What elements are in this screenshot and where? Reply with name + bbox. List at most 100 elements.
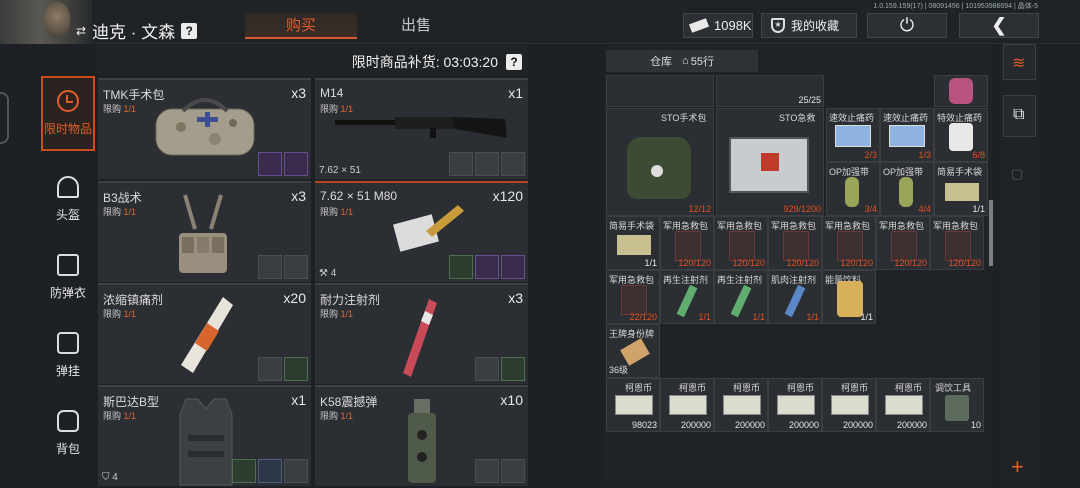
cell-name: 调饮工具 <box>935 383 972 393</box>
material-slot[interactable] <box>475 255 499 279</box>
player-name[interactable]: ⇄ 迪克 · 文森 ? <box>76 18 198 43</box>
shop-item-card[interactable]: K58震撼弹 限购 1/1 x10 <box>315 385 528 486</box>
back-button[interactable]: ❮ <box>959 13 1039 38</box>
shop-item-card[interactable]: TMK手术包 限购 1/1 x3 <box>98 78 311 179</box>
inventory-cell[interactable]: 再生注射剂 1/1 <box>660 270 714 324</box>
material-slots <box>475 357 525 381</box>
durability-label: ⚒ 4 <box>319 268 336 279</box>
power-button[interactable]: ⏻ <box>867 13 947 38</box>
material-slot[interactable] <box>475 357 499 381</box>
shop-item-card[interactable]: M14 限购 1/1 x1 7.62 × 51 <box>315 78 528 179</box>
material-slot[interactable] <box>258 357 282 381</box>
material-slot[interactable] <box>284 255 308 279</box>
inventory-cell[interactable]: 简易手术袋 1/1 <box>934 162 988 216</box>
inventory-cell[interactable]: 军用急救包 120/120 <box>930 216 984 270</box>
inventory-cell[interactable]: 柯恩币 200000 <box>660 378 714 432</box>
inventory-cell[interactable]: 军用急救包 22/120 <box>606 270 660 324</box>
tab-sell[interactable]: 出售 <box>360 13 472 39</box>
inventory-cell[interactable] <box>934 75 988 107</box>
material-slot[interactable] <box>284 357 308 381</box>
limit-prefix: 限购 <box>320 309 339 319</box>
favorites-button[interactable]: ★ 我的收藏 <box>761 13 857 38</box>
material-slot[interactable] <box>258 255 282 279</box>
money-display[interactable]: 1098K <box>683 13 753 38</box>
sidebar-item-label: 背包 <box>55 442 80 456</box>
material-slot[interactable] <box>284 459 308 483</box>
inventory-cell[interactable]: 柯恩币 200000 <box>714 378 768 432</box>
item-thumb <box>945 183 979 201</box>
avatar <box>44 2 70 38</box>
sidebar-item-backpack[interactable]: 背包 <box>41 398 95 473</box>
sidebar-item-chest-rig[interactable]: 弹挂 <box>41 320 95 395</box>
inventory-cell[interactable]: OP加强带 3/4 <box>826 162 880 216</box>
limit-value: 1/1 <box>340 309 354 319</box>
inventory-scrollbar[interactable] <box>989 200 993 266</box>
inventory-cell[interactable]: 柯恩币 200000 <box>822 378 876 432</box>
sidebar-item-label: 头盔 <box>55 208 80 222</box>
inventory-cell[interactable]: 肌肉注射剂 1/1 <box>768 270 822 324</box>
inventory-cell[interactable]: OP加强带 4/4 <box>880 162 934 216</box>
limit-value: 1/1 <box>123 207 137 217</box>
material-slot[interactable] <box>449 152 473 176</box>
item-thumb <box>835 125 871 147</box>
inventory-cell[interactable]: 柯恩币 200000 <box>768 378 822 432</box>
material-slots <box>258 357 308 381</box>
inventory-cell[interactable]: STO急救 929/1200 <box>716 108 824 216</box>
cell-count: 3/4 <box>864 204 877 214</box>
inventory-cell[interactable]: 军用急救包 120/120 <box>876 216 930 270</box>
material-slot[interactable] <box>501 459 525 483</box>
chest-rig-icon <box>57 332 79 354</box>
inventory-cell[interactable]: 柯恩币 200000 <box>876 378 930 432</box>
inventory-cell[interactable]: 调饮工具 10 <box>930 378 984 432</box>
help-icon[interactable]: ? <box>181 22 198 39</box>
shop-item-card[interactable]: 斯巴达B型 限购 1/1 x1 ⛉ 4 <box>98 385 311 486</box>
cell-count: 1/1 <box>860 312 873 322</box>
sort-button[interactable]: ⧉ <box>1003 95 1036 137</box>
cell-count: 4/4 <box>918 204 931 214</box>
shop-item-card[interactable]: 耐力注射剂 限购 1/1 x3 <box>315 283 528 384</box>
material-slot[interactable] <box>232 459 256 483</box>
cell-name: 柯恩币 <box>625 383 653 393</box>
inventory-cell[interactable]: 王牌身份牌 36级 <box>606 324 660 378</box>
inventory-cell[interactable] <box>606 75 714 107</box>
inventory-cell[interactable]: 25/25 <box>716 75 824 107</box>
inventory-cell[interactable]: 速效止痛药 2/3 <box>826 108 880 162</box>
material-slot[interactable] <box>475 459 499 483</box>
inventory-cell[interactable]: STO手术包 12/12 <box>606 108 714 216</box>
inventory-cell[interactable]: 能量饮料 1/1 <box>822 270 876 324</box>
help-icon[interactable]: ? <box>506 54 522 70</box>
side-edge-tab[interactable] <box>0 92 9 144</box>
inventory-cell[interactable]: 军用急救包 120/120 <box>768 216 822 270</box>
sidebar-item-limited[interactable]: 限时物品 <box>41 76 95 151</box>
empty-slot-button[interactable]: ▢ <box>1003 160 1036 196</box>
material-slot[interactable] <box>449 255 473 279</box>
inventory-cell[interactable]: 柯恩币 98023 <box>606 378 660 432</box>
cell-count: 200000 <box>788 420 819 430</box>
inventory-cell[interactable]: 特效止痛药 6/8 <box>934 108 988 162</box>
material-slot[interactable] <box>501 255 525 279</box>
sidebar-item-helmet[interactable]: 头盔 <box>41 164 95 239</box>
sidebar-item-vest[interactable]: 防弹衣 <box>41 242 95 317</box>
inventory-cell[interactable]: 军用急救包 120/120 <box>822 216 876 270</box>
material-slot[interactable] <box>501 152 525 176</box>
power-icon: ⏻ <box>899 15 915 35</box>
add-button[interactable]: + <box>1003 452 1036 488</box>
shop-item-card[interactable]: 浓缩镇痛剂 限购 1/1 x20 <box>98 283 311 384</box>
inventory-cell[interactable]: 速效止痛药 1/3 <box>880 108 934 162</box>
layers-button[interactable]: ≋ <box>1003 44 1036 80</box>
tab-buy[interactable]: 购买 <box>245 13 357 39</box>
inventory-cell[interactable]: 再生注射剂 1/1 <box>714 270 768 324</box>
material-slot[interactable] <box>258 152 282 176</box>
inventory-cell[interactable]: 军用急救包 120/120 <box>660 216 714 270</box>
warehouse-header[interactable]: 仓库 ⌂ 55行 <box>606 50 758 72</box>
inventory-cell[interactable]: 军用急救包 120/120 <box>714 216 768 270</box>
cell-name: 柯恩币 <box>679 383 707 393</box>
material-slot[interactable] <box>258 459 282 483</box>
shop-item-card[interactable]: 7.62 × 51 M80 限购 1/1 x120 ⚒ 4 <box>315 181 528 282</box>
material-slot[interactable] <box>284 152 308 176</box>
material-slot[interactable] <box>501 357 525 381</box>
shop-item-card[interactable]: B3战术 限购 1/1 x3 <box>98 181 311 282</box>
inventory-cell[interactable]: 简易手术袋 1/1 <box>606 216 660 270</box>
vest-icon <box>57 254 79 276</box>
material-slot[interactable] <box>475 152 499 176</box>
